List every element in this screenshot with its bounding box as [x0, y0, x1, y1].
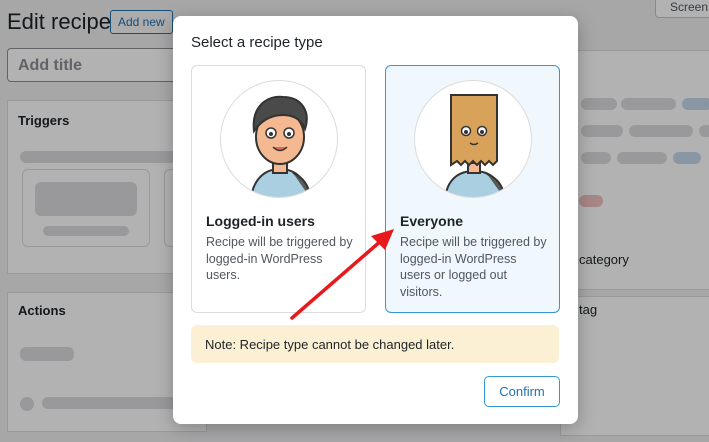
- confirm-button[interactable]: Confirm: [484, 376, 560, 407]
- option-description: Recipe will be triggered by logged-in Wo…: [206, 235, 353, 282]
- option-label: Logged-in users: [206, 213, 315, 229]
- option-everyone[interactable]: Everyone Recipe will be triggered by log…: [385, 65, 560, 313]
- anonymous-avatar-illustration: [414, 80, 532, 198]
- modal-title: Select a recipe type: [191, 34, 323, 51]
- logged-in-user-icon: [250, 95, 312, 197]
- option-label: Everyone: [400, 213, 464, 229]
- paper-bag-user-icon: [444, 94, 506, 197]
- option-description: Recipe will be triggered by logged-in Wo…: [400, 235, 547, 299]
- recipe-type-note: Note: Recipe type cannot be changed late…: [191, 325, 559, 363]
- option-logged-in-users[interactable]: Logged-in users Recipe will be triggered…: [191, 65, 366, 313]
- recipe-type-modal: Select a recipe type Logged-in users Rec…: [173, 16, 578, 424]
- user-avatar-illustration: [220, 80, 338, 198]
